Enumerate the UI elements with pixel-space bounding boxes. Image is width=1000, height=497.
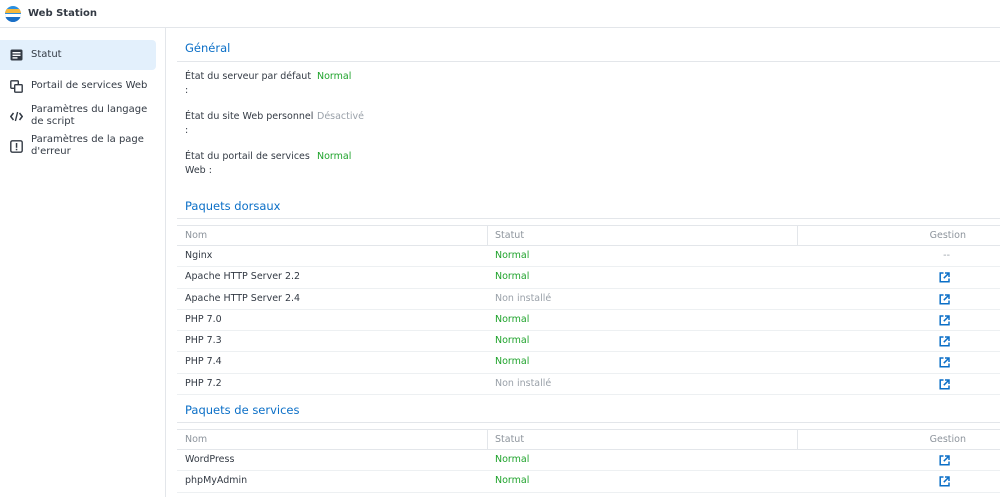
web-station-logo-icon (5, 5, 21, 22)
column-header-status[interactable]: Statut (495, 226, 524, 246)
package-name: phpMyAdmin (185, 475, 248, 487)
service-packages-table: Nom Statut Gestion WordPress Normal phpMyA… (177, 429, 1000, 493)
package-status: Normal (495, 271, 530, 283)
backend-packages-table: Nom Statut Gestion Nginx Normal -- Apache H… (177, 225, 1000, 396)
code-icon (9, 109, 23, 123)
status-label: État du site Web personnel : (185, 111, 314, 136)
package-name: Apache HTTP Server 2.4 (185, 292, 301, 304)
column-header-name[interactable]: Nom (185, 430, 207, 450)
open-external-icon[interactable] (939, 315, 950, 326)
status-label: État du serveur par défaut : (185, 71, 312, 96)
main-content: Général État du serveur par défaut : Nor… (167, 28, 1000, 497)
package-status: Non installé (495, 377, 552, 389)
package-name: PHP 7.4 (185, 356, 222, 368)
table-row[interactable]: PHP 7.2 Non installé (177, 374, 1000, 396)
package-name: Nginx (185, 250, 213, 261)
open-external-icon[interactable] (939, 336, 950, 347)
column-header-name[interactable]: Nom (185, 226, 207, 246)
table-row[interactable]: PHP 7.3 Normal (177, 331, 1000, 353)
package-name: PHP 7.3 (185, 335, 222, 347)
package-status: Non installé (495, 292, 552, 304)
divider (177, 61, 1000, 62)
title-bar: Web Station (0, 0, 1000, 28)
package-status: Normal (495, 335, 530, 347)
table-header: Nom Statut Gestion (177, 429, 1000, 450)
sidebar-item-label: Statut (31, 49, 62, 60)
sidebar: Statut Portail de services Web Paramètre… (0, 28, 166, 497)
manage-placeholder: -- (943, 250, 950, 261)
open-external-icon[interactable] (939, 272, 950, 283)
table-row[interactable]: Apache HTTP Server 2.4 Non installé (177, 289, 1000, 310)
table-row[interactable]: Nginx Normal -- (177, 246, 1000, 268)
open-external-icon[interactable] (939, 455, 950, 466)
package-status: Normal (495, 250, 530, 261)
status-icon (9, 48, 23, 62)
table-row[interactable]: Apache HTTP Server 2.2 Normal (177, 267, 1000, 289)
package-status: Normal (495, 475, 530, 487)
table-header: Nom Statut Gestion (177, 225, 1000, 246)
sidebar-item-label: Paramètres de la page d'erreur (31, 134, 144, 157)
open-external-icon[interactable] (939, 379, 950, 390)
section-title-services: Paquets de services (185, 403, 300, 417)
divider (177, 218, 1000, 219)
sidebar-item-label: Portail de services Web (31, 80, 148, 91)
open-external-icon[interactable] (939, 293, 950, 305)
table-row[interactable]: PHP 7.0 Normal (177, 310, 1000, 332)
app-title: Web Station (28, 8, 98, 19)
portal-icon (9, 79, 23, 93)
package-status: Normal (495, 454, 530, 465)
table-row[interactable]: PHP 7.4 Normal (177, 352, 1000, 374)
sidebar-item-langage[interactable]: Paramètres du langage de script (0, 101, 156, 131)
section-title-general: Général (185, 41, 231, 55)
table-row[interactable]: phpMyAdmin Normal (177, 471, 1000, 493)
package-status: Normal (495, 313, 530, 325)
status-label: État du portail de services Web : (185, 151, 310, 176)
column-header-manage[interactable]: Gestion (930, 226, 966, 246)
sidebar-item-portail[interactable]: Portail de services Web (0, 71, 156, 101)
sidebar-item-label: Paramètres du langage de script (31, 104, 148, 127)
status-value: Normal (317, 151, 352, 162)
package-status: Normal (495, 356, 530, 368)
column-header-manage[interactable]: Gestion (930, 430, 966, 450)
alert-icon (9, 139, 23, 153)
sidebar-item-erreur[interactable]: Paramètres de la page d'erreur (0, 131, 156, 161)
status-value: Désactivé (317, 111, 364, 122)
table-row[interactable]: WordPress Normal (177, 450, 1000, 472)
package-name: WordPress (185, 454, 235, 465)
open-external-icon[interactable] (939, 476, 950, 487)
divider (177, 422, 1000, 423)
package-name: PHP 7.2 (185, 377, 222, 389)
sidebar-item-statut[interactable]: Statut (0, 40, 156, 70)
package-name: PHP 7.0 (185, 313, 222, 325)
package-name: Apache HTTP Server 2.2 (185, 271, 301, 283)
column-header-status[interactable]: Statut (495, 430, 524, 450)
status-value: Normal (317, 71, 352, 82)
open-external-icon[interactable] (939, 357, 950, 369)
section-title-backend: Paquets dorsaux (185, 199, 281, 213)
